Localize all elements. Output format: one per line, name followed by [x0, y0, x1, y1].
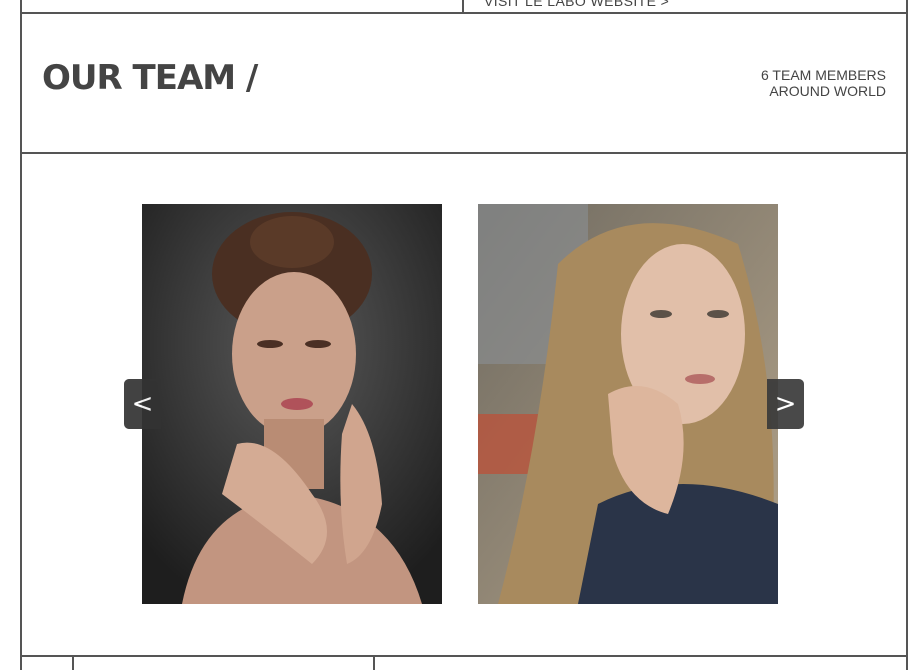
frame-line-left — [20, 0, 22, 670]
visit-website-link[interactable]: VISIT LE LABO WEBSITE > — [484, 0, 669, 9]
frame-line-top — [20, 12, 908, 14]
team-location-text: AROUND WORLD — [769, 83, 886, 99]
frame-divider-top — [462, 0, 464, 12]
frame-line-right — [906, 0, 908, 670]
frame-line-bottom — [20, 655, 908, 657]
portrait-image — [142, 204, 442, 604]
page: VISIT LE LABO WEBSITE > OUR TEAM / 6 TEA… — [0, 0, 924, 670]
frame-divider-bottom-1 — [72, 655, 74, 670]
frame-line-header-bottom — [20, 152, 908, 154]
frame-divider-bottom-2 — [373, 655, 375, 670]
team-member-photo-1[interactable] — [142, 204, 442, 604]
page-title: OUR TEAM / — [42, 58, 258, 98]
slider-prev-button[interactable]: < — [124, 379, 161, 429]
team-member-photo-2[interactable] — [478, 204, 778, 604]
slider-next-button[interactable]: > — [767, 379, 804, 429]
team-count-text: 6 TEAM MEMBERS — [761, 67, 886, 83]
portrait-image — [478, 204, 778, 604]
team-count-info: 6 TEAM MEMBERS AROUND WORLD — [761, 67, 886, 99]
